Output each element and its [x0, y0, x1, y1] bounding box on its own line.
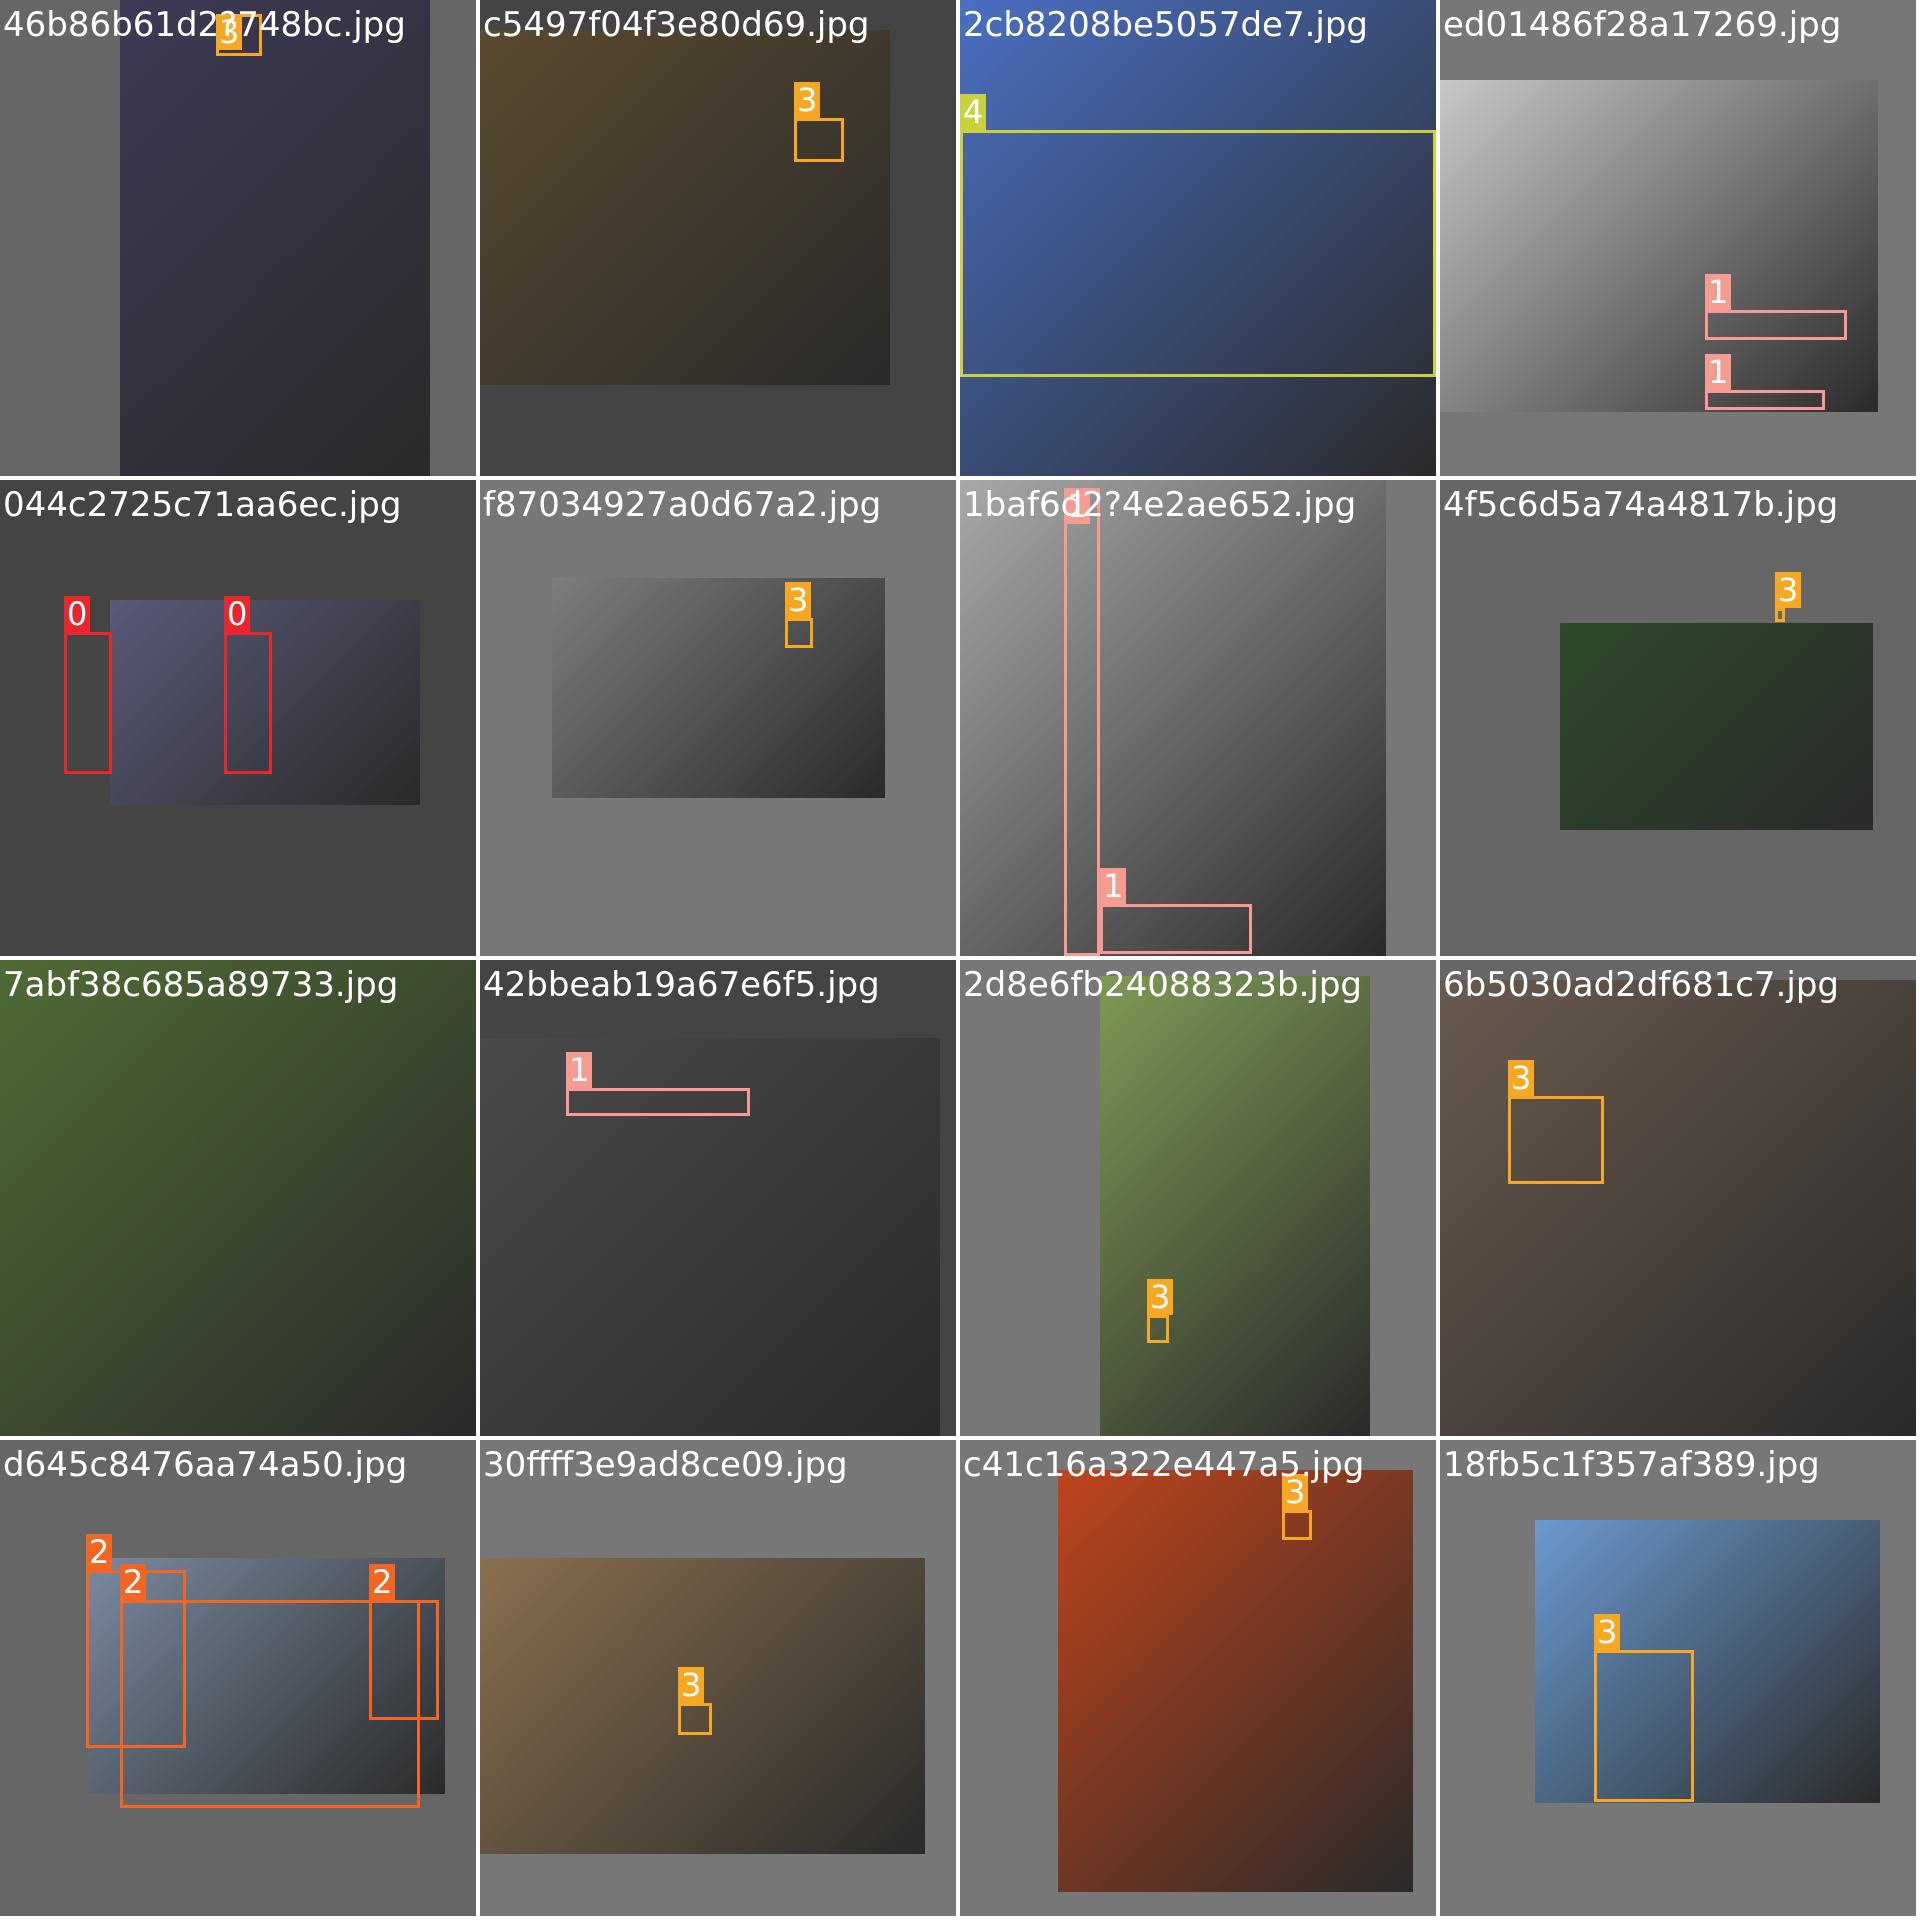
tile-filename: 42bbeab19a67e6f5.jpg [483, 965, 880, 1005]
bounding-box: 3 [1147, 1279, 1174, 1343]
tile-photo [552, 578, 885, 798]
image-tile: 46b86b61d2?748bc.jpg 3 [0, 0, 476, 476]
tile-photo [1440, 80, 1878, 412]
tile-photo [1560, 623, 1873, 830]
bounding-box-label: 3 [678, 1667, 705, 1703]
bounding-box: 0 [224, 596, 272, 774]
bounding-box-label: 1 [1100, 868, 1127, 904]
image-tile: 6b5030ad2df681c7.jpg 3 [1440, 960, 1916, 1436]
bounding-box-label: 1 [1705, 354, 1732, 390]
tile-filename: d645c8476aa74a50.jpg [3, 1445, 408, 1485]
tile-filename: f87034927a0d67a2.jpg [483, 485, 882, 525]
bounding-box: 2 [369, 1564, 439, 1720]
bounding-box-label: 2 [120, 1564, 147, 1600]
tile-filename: 6b5030ad2df681c7.jpg [1443, 965, 1839, 1005]
bounding-box: 1 [566, 1052, 750, 1116]
tile-filename: 7abf38c685a89733.jpg [3, 965, 399, 1005]
bounding-box-label: 1 [1705, 274, 1732, 310]
tile-filename: 2cb8208be5057de7.jpg [963, 5, 1369, 45]
tile-filename: 46b86b61d2?748bc.jpg [3, 5, 406, 45]
image-tile: 4f5c6d5a74a4817b.jpg 3 [1440, 480, 1916, 956]
bounding-box-label: 0 [64, 596, 91, 632]
bounding-box-label: 3 [1594, 1614, 1621, 1650]
bounding-box-label: 3 [785, 582, 812, 618]
image-tile: c41c16a322e447a5.jpg 3 [960, 1440, 1436, 1916]
bounding-box-label: 3 [1775, 572, 1802, 608]
tile-filename: c41c16a322e447a5.jpg [963, 1445, 1365, 1485]
bounding-box-label: 3 [1147, 1279, 1174, 1315]
bounding-box: 3 [1282, 1474, 1312, 1540]
bounding-box-label: 0 [224, 596, 251, 632]
image-tile: f87034927a0d67a2.jpg 3 [480, 480, 956, 956]
bounding-box: 3 [1775, 572, 1802, 622]
tile-filename: ed01486f28a17269.jpg [1443, 5, 1842, 45]
tile-photo [0, 960, 476, 1436]
image-tile: c5497f04f3e80d69.jpg 3 [480, 0, 956, 476]
image-tile: ed01486f28a17269.jpg 1 1 [1440, 0, 1916, 476]
bounding-box: 3 [785, 582, 813, 648]
tile-photo [480, 30, 890, 385]
bounding-box-label: 2 [86, 1534, 113, 1570]
bounding-box-label: 1 [566, 1052, 593, 1088]
tile-filename: 30ffff3e9ad8ce09.jpg [483, 1445, 848, 1485]
bounding-box: 0 [64, 596, 112, 774]
tile-filename: 1baf6d2?4e2ae652.jpg [963, 485, 1357, 525]
bounding-box: 1 [1064, 488, 1100, 956]
tile-filename: 2d8e6fb24088323b.jpg [963, 965, 1363, 1005]
tile-filename: c5497f04f3e80d69.jpg [483, 5, 870, 45]
image-tile: 044c2725c71aa6ec.jpg 0 0 [0, 480, 476, 956]
tile-filename: 4f5c6d5a74a4817b.jpg [1443, 485, 1839, 525]
tile-photo [1058, 1470, 1413, 1892]
bounding-box: 1 [1705, 354, 1825, 410]
tile-filename: 044c2725c71aa6ec.jpg [3, 485, 402, 525]
bounding-box: 3 [1594, 1614, 1694, 1802]
bounding-box-label: 2 [369, 1564, 396, 1600]
image-tile: 42bbeab19a67e6f5.jpg 1 [480, 960, 956, 1436]
bounding-box: 4 [960, 94, 1436, 377]
bounding-box: 3 [678, 1667, 712, 1735]
mosaic-grid: 46b86b61d2?748bc.jpg 3 c5497f04f3e80d69.jp… [0, 0, 1920, 1920]
image-tile: 2d8e6fb24088323b.jpg 3 [960, 960, 1436, 1436]
bounding-box: 1 [1705, 274, 1847, 340]
tile-photo [960, 480, 1386, 956]
tile-filename: 18fb5c1f357af389.jpg [1443, 1445, 1820, 1485]
image-tile: 7abf38c685a89733.jpg [0, 960, 476, 1436]
image-tile: 1baf6d2?4e2ae652.jpg 1 1 [960, 480, 1436, 956]
image-tile: 2cb8208be5057de7.jpg 4 [960, 0, 1436, 476]
tile-photo [1100, 976, 1370, 1436]
tile-photo [1440, 980, 1916, 1436]
bounding-box: 3 [794, 82, 844, 162]
bounding-box-label: 3 [1508, 1060, 1535, 1096]
bounding-box-label: 3 [794, 82, 821, 118]
image-tile: 30ffff3e9ad8ce09.jpg 3 [480, 1440, 956, 1916]
bounding-box: 3 [1508, 1060, 1604, 1184]
tile-photo [1535, 1520, 1880, 1803]
bounding-box-label: 4 [960, 94, 987, 130]
tile-photo [120, 0, 430, 476]
image-tile: d645c8476aa74a50.jpg 2 2 2 [0, 1440, 476, 1916]
image-tile: 18fb5c1f357af389.jpg 3 [1440, 1440, 1916, 1916]
bounding-box: 1 [1100, 868, 1252, 954]
